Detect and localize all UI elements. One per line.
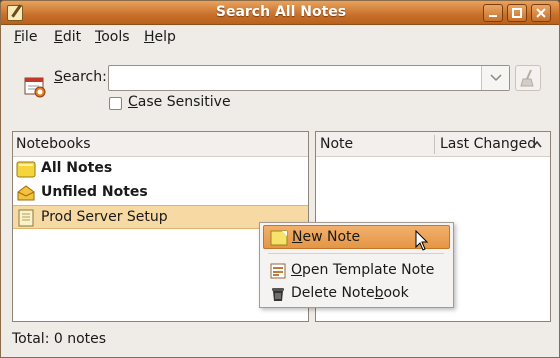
notebook-item-all-notes[interactable]: All Notes <box>13 157 308 181</box>
trash-icon <box>269 285 287 303</box>
new-note-icon <box>270 229 288 247</box>
search-history-dropdown[interactable] <box>481 66 509 90</box>
minimize-icon <box>489 15 497 17</box>
case-sensitive-label[interactable]: Case Sensitive <box>128 94 231 110</box>
maximize-icon <box>512 8 522 18</box>
close-icon <box>536 8 546 18</box>
menu-edit[interactable]: Edit <box>54 29 81 45</box>
notebook-item-unfiled-notes[interactable]: Unfiled Notes <box>13 181 308 205</box>
clear-search-button[interactable] <box>515 65 541 91</box>
search-notes-icon <box>24 77 48 99</box>
all-notes-icon <box>16 160 36 178</box>
column-divider[interactable] <box>434 135 435 154</box>
menu-tools[interactable]: Tools <box>95 29 130 45</box>
search-all-notes-window: Search All Notes File Edit Tools Help Se… <box>0 0 560 358</box>
search-input[interactable] <box>108 65 510 91</box>
mouse-pointer-icon <box>415 230 429 251</box>
search-label: Search: <box>54 69 107 85</box>
menu-file[interactable]: File <box>14 29 37 45</box>
title-bar[interactable]: Search All Notes <box>1 1 559 25</box>
case-sensitive-checkbox[interactable] <box>109 97 122 110</box>
notebook-icon <box>16 209 36 227</box>
window-title: Search All Notes <box>215 4 347 20</box>
menu-help[interactable]: Help <box>144 29 176 45</box>
last-changed-column-header[interactable]: Last Changed <box>440 136 536 152</box>
chevron-down-icon <box>490 74 502 82</box>
broom-icon <box>520 69 534 87</box>
maximize-button[interactable] <box>507 4 527 22</box>
total-notes-status: Total: 0 notes <box>12 331 107 347</box>
unfiled-notes-icon <box>16 184 36 202</box>
menu-item-open-template-note[interactable]: Open Template Note <box>263 259 450 283</box>
note-column-header[interactable]: Note <box>320 136 353 152</box>
menu-item-delete-notebook[interactable]: Delete Notebook <box>263 282 450 306</box>
notes-column-headers: Note Last Changed <box>316 132 550 157</box>
close-button[interactable] <box>531 4 551 22</box>
menu-separator <box>268 253 444 254</box>
minimize-button[interactable] <box>483 4 503 22</box>
menu-bar: File Edit Tools Help <box>1 25 559 49</box>
sort-ascending-icon <box>532 141 542 148</box>
notebooks-column-header[interactable]: Notebooks <box>13 132 308 157</box>
template-note-icon <box>269 262 287 280</box>
